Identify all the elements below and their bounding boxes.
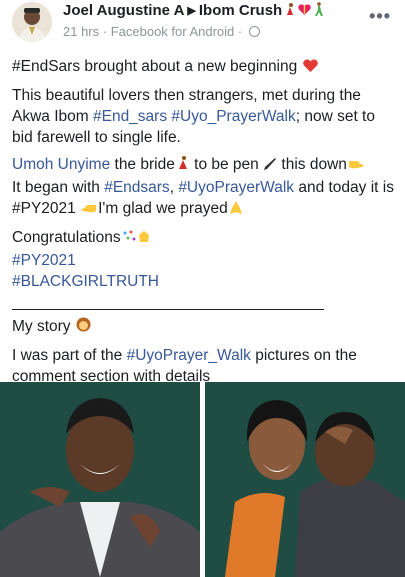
pen-emoji-icon bbox=[263, 156, 277, 177]
text-divider bbox=[12, 298, 324, 310]
pointing-hand-icon bbox=[347, 156, 365, 177]
down-text: this down bbox=[277, 156, 347, 173]
praying-hands-icon bbox=[228, 200, 244, 221]
hashtag-link-uyoprayer-walk[interactable]: #UyoPrayer_Walk bbox=[127, 347, 251, 364]
hashtag-link-py2021[interactable]: #PY2021 bbox=[12, 252, 76, 269]
woman-emoji-icon bbox=[75, 316, 92, 339]
post-header: Joel Augustine A ▶ Ibom Crush 21 hrs · Fac… bbox=[0, 0, 405, 46]
my-story-text: My story bbox=[12, 318, 71, 335]
began-text: It began with bbox=[12, 179, 105, 196]
hashtag-link-blackgirltruth[interactable]: #BLACKGIRLTRUTH bbox=[12, 273, 159, 290]
globe-icon bbox=[248, 26, 260, 37]
endsars-headline: #EndSars brought about a new beginning bbox=[12, 58, 298, 75]
confetti-icon bbox=[121, 229, 137, 250]
arrow-right-icon: ▶ bbox=[187, 5, 196, 17]
post-photo-groom[interactable] bbox=[0, 382, 200, 577]
post-paragraph-5: My story bbox=[12, 316, 397, 339]
walking-emoji-icon bbox=[312, 2, 325, 21]
tagged-user-link[interactable]: Umoh Unyime bbox=[12, 156, 110, 173]
glad-text: I'm glad we prayed bbox=[98, 200, 228, 217]
post-paragraph-4: Congratulations #PY2021 #BLACKGIRLTRUTH bbox=[12, 227, 397, 292]
clapping-hands-icon bbox=[137, 229, 152, 250]
pointing-hand-icon bbox=[80, 200, 98, 221]
author-avatar[interactable] bbox=[12, 2, 52, 42]
bride-text: the bride bbox=[110, 156, 175, 173]
post-body: #EndSars brought about a new beginning T… bbox=[12, 56, 397, 393]
post-photo-couple[interactable] bbox=[205, 382, 405, 577]
post-paragraph-6: I was part of the #UyoPrayer_Walk pictur… bbox=[12, 345, 397, 387]
hashtag-link-endsars-uyo[interactable]: #End_sars #Uyo_PrayerWalk bbox=[93, 108, 296, 125]
heart-gift-emoji-icon bbox=[297, 2, 312, 21]
heart-emoji-icon bbox=[302, 58, 319, 79]
post-source: Facebook for Android bbox=[110, 24, 235, 39]
post-meta: 21 hrs · Facebook for Android · bbox=[63, 24, 260, 39]
dancer-emoji-icon bbox=[282, 2, 297, 21]
congratulations-text: Congratulations bbox=[12, 229, 121, 246]
post-paragraph-2: This beautiful lovers then strangers, me… bbox=[12, 85, 397, 148]
last-text-1: I was part of the bbox=[12, 347, 127, 364]
more-options-button[interactable]: ••• bbox=[369, 6, 391, 27]
hashtag-link-endsars[interactable]: #Endsars bbox=[104, 179, 169, 196]
post-paragraph-3: Umoh Unyime the bride to be pen this dow… bbox=[12, 154, 397, 221]
hashtag-link-uyoprayerwalk[interactable]: #UyoPrayerWalk bbox=[178, 179, 294, 196]
group-name[interactable]: Ibom Crush bbox=[199, 2, 282, 19]
author-name[interactable]: Joel Augustine A bbox=[63, 2, 184, 19]
dancer-emoji-icon bbox=[175, 155, 190, 177]
pen-text: to be pen bbox=[189, 156, 264, 173]
author-line: Joel Augustine A ▶ Ibom Crush bbox=[63, 2, 325, 21]
post-line-1: #EndSars brought about a new beginning bbox=[12, 56, 397, 79]
post-time[interactable]: 21 hrs bbox=[63, 24, 99, 39]
photo-grid bbox=[0, 382, 405, 577]
